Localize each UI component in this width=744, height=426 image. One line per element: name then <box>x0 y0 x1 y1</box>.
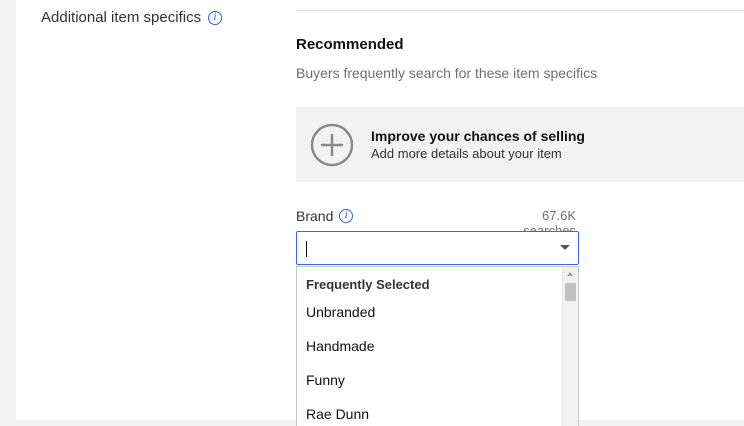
chevron-down-icon[interactable] <box>560 245 570 250</box>
recommended-subtitle: Buyers frequently search for these item … <box>296 65 598 81</box>
scroll-up-icon[interactable] <box>567 272 573 276</box>
dropdown-option[interactable]: Funny <box>306 372 345 388</box>
dropdown-group-header: Frequently Selected <box>306 277 430 292</box>
info-icon[interactable]: i <box>208 10 223 25</box>
scroll-thumb[interactable] <box>565 283 576 301</box>
info-icon[interactable]: i <box>339 209 354 223</box>
text-caret <box>306 241 307 257</box>
brand-label-row: Brand i <box>296 208 354 224</box>
improve-subtitle: Add more details about your item <box>371 146 562 161</box>
item-specifics-page: Additional item specifics i Recommended … <box>16 0 744 426</box>
improve-chances-banner[interactable]: Improve your chances of selling Add more… <box>296 107 744 182</box>
improve-title: Improve your chances of selling <box>371 128 585 144</box>
brand-combobox[interactable] <box>296 231 579 265</box>
divider <box>296 10 744 11</box>
dropdown-scrollbar[interactable] <box>562 267 578 426</box>
recommended-title: Recommended <box>296 36 404 53</box>
brand-dropdown-list: Frequently Selected Unbranded Handmade F… <box>296 266 579 426</box>
section-label-row: Additional item specifics i <box>41 9 223 26</box>
plus-circle-icon <box>310 123 354 167</box>
brand-label: Brand <box>296 208 334 224</box>
section-label: Additional item specifics <box>41 9 202 26</box>
dropdown-option[interactable]: Handmade <box>306 338 375 354</box>
dropdown-option[interactable]: Unbranded <box>306 304 375 320</box>
